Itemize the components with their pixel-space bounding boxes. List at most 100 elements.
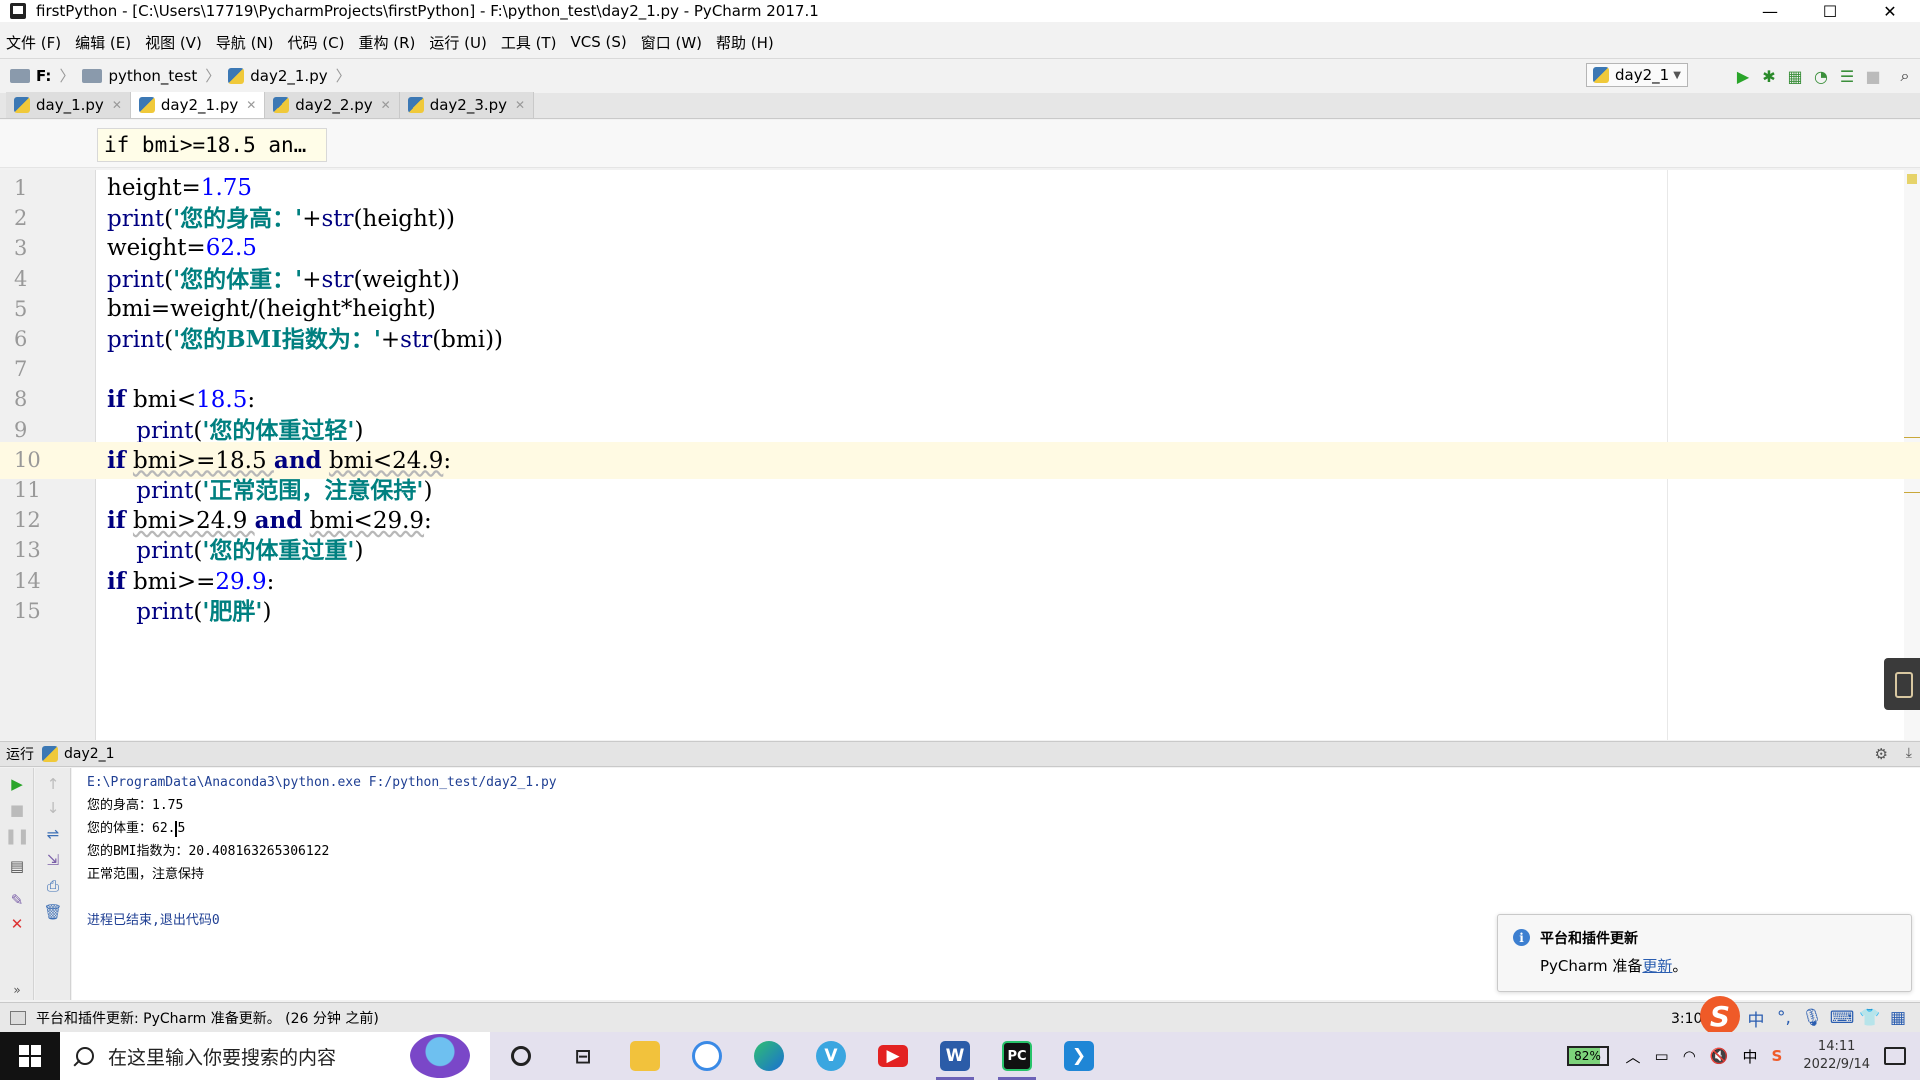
status-bar: 平台和插件更新: PyCharm 准备更新。 (26 分钟 之前) 3:10 S… (0, 996, 1920, 1036)
pycharm-app[interactable]: PC (986, 1032, 1048, 1080)
volume-muted-icon[interactable]: 🔇 (1710, 1047, 1729, 1065)
update-notification[interactable]: i 平台和插件更新 PyCharm 准备更新。 (1497, 914, 1912, 992)
chevron-up-icon[interactable]: ︿ (1626, 1046, 1641, 1067)
more-icon[interactable]: » (7, 980, 27, 1000)
menu-tools[interactable]: 工具 (T) (501, 32, 557, 53)
youtube-app[interactable]: ▶ (862, 1032, 924, 1080)
notification-center-icon[interactable] (1884, 1047, 1906, 1065)
sogou-ime-icon[interactable]: S (1700, 996, 1740, 1036)
maximize-button[interactable]: ☐ (1800, 0, 1860, 22)
soft-wrap-icon[interactable]: ⇌ (43, 824, 63, 844)
code-breadcrumb[interactable]: if bmi>=18.5 an… (97, 128, 327, 162)
taskbar-search[interactable]: 在这里输入你要搜索的内容 (60, 1032, 490, 1080)
menu-file[interactable]: 文件 (F) (6, 32, 61, 53)
run-config-name[interactable]: day2_1 (64, 746, 115, 762)
tab-day2-3[interactable]: day2_3.py ✕ (399, 92, 535, 118)
close-icon[interactable]: ✕ (112, 98, 122, 112)
v-app[interactable]: V (800, 1032, 862, 1080)
tab-day2-1[interactable]: day2_1.py ✕ (130, 92, 266, 118)
close-icon[interactable]: ✕ (381, 98, 391, 112)
task-view-icon: ⊟ (574, 1044, 592, 1068)
wifi-icon[interactable]: ◠ (1683, 1047, 1696, 1065)
code-token: print (136, 538, 194, 565)
clock[interactable]: 14:11 2022/9/14 (1803, 1038, 1870, 1074)
python-file-icon (14, 97, 30, 113)
keyboard-icon[interactable]: ⌨ (1830, 1005, 1855, 1031)
toolwindow-toggle-icon[interactable] (10, 1010, 26, 1025)
tool-window-handle-icon[interactable] (1884, 658, 1920, 710)
menu-edit[interactable]: 编辑 (E) (75, 32, 131, 53)
baidu-netdisk-app[interactable] (676, 1032, 738, 1080)
close-icon[interactable]: ✕ (246, 98, 256, 112)
python-file-icon (1593, 67, 1609, 83)
vscode-app[interactable]: ❯ (1048, 1032, 1110, 1080)
code-editor[interactable]: 1 height=1.75 2 print('您的身高：'+str(height)) 3… (0, 170, 1920, 740)
chevron-right-icon: 〉 (205, 67, 221, 85)
skin-icon[interactable]: 👕 (1858, 1005, 1882, 1031)
rerun-icon[interactable]: ▶ (7, 774, 27, 794)
debug-icon[interactable]: ✱ (1758, 65, 1780, 87)
ime-language[interactable]: 中 (1744, 1005, 1768, 1031)
battery-indicator[interactable]: 82% (1566, 1046, 1609, 1066)
word-app[interactable]: W (924, 1032, 986, 1080)
tab-day-1[interactable]: day_1.py ✕ (6, 92, 131, 118)
run-icon[interactable]: ▶ (1732, 65, 1754, 87)
battery-icon[interactable]: ▭ (1655, 1047, 1669, 1065)
down-arrow-icon[interactable]: ↓ (43, 798, 63, 818)
concurrency-icon[interactable]: ☰ (1836, 65, 1858, 87)
run-config-select[interactable]: day2_1 ▼ (1586, 63, 1688, 87)
hide-icon[interactable]: ⤓ (1906, 745, 1912, 761)
gear-icon[interactable]: ⚙ (1875, 745, 1888, 763)
ime-punctuation[interactable]: °, (1772, 1005, 1796, 1031)
toolbox-icon[interactable]: ▦ (1886, 1005, 1910, 1031)
sogou-tray-icon[interactable]: S (1772, 1047, 1783, 1065)
cortana-button[interactable] (490, 1032, 552, 1080)
print-icon[interactable]: ⎙ (43, 876, 63, 896)
stop-icon[interactable]: ■ (7, 800, 27, 820)
nav-crumb-folder[interactable]: python_test (82, 67, 197, 85)
layout-icon[interactable]: ▤ (7, 856, 27, 876)
menu-view[interactable]: 视图 (V) (145, 32, 202, 53)
menu-vcs[interactable]: VCS (S) (570, 33, 626, 51)
update-link[interactable]: 更新 (1642, 957, 1672, 975)
input-language[interactable]: 中 (1743, 1046, 1758, 1067)
console-text: 5 (177, 821, 186, 836)
coverage-icon[interactable]: ▦ (1784, 65, 1806, 87)
task-view-button[interactable]: ⊟ (552, 1032, 614, 1080)
menu-refactor[interactable]: 重构 (R) (358, 32, 415, 53)
close-icon[interactable]: ✕ (7, 914, 27, 934)
code-token: '您的体重：' (173, 265, 303, 293)
nav-crumb-drive[interactable]: F: (10, 67, 51, 85)
trash-icon[interactable]: 🗑 (43, 902, 63, 922)
pause-icon[interactable]: ❚❚ (4, 826, 29, 846)
edge-app[interactable] (738, 1032, 800, 1080)
start-button[interactable] (0, 1032, 60, 1080)
code-token: '正常范围，注意保持' (202, 477, 424, 504)
microphone-icon[interactable]: 🎙 (1800, 1005, 1824, 1031)
close-icon[interactable]: ✕ (515, 98, 525, 112)
nav-crumb-file[interactable]: day2_1.py (228, 67, 328, 85)
status-message[interactable]: 平台和插件更新: PyCharm 准备更新。 (26 分钟 之前) (36, 1008, 379, 1028)
nav-drive-label: F: (36, 66, 52, 85)
close-button[interactable]: ✕ (1860, 0, 1920, 22)
pin-icon[interactable]: ✎ (7, 890, 27, 910)
menu-navigate[interactable]: 导航 (N) (216, 32, 274, 53)
tab-label: day2_1.py (160, 96, 239, 114)
up-arrow-icon[interactable]: ↑ (43, 774, 63, 794)
code-token: '您的体重过重' (202, 537, 355, 565)
menu-window[interactable]: 窗口 (W) (641, 32, 702, 53)
menu-help[interactable]: 帮助 (H) (716, 32, 774, 53)
profile-icon[interactable]: ◔ (1810, 65, 1832, 87)
file-explorer-app[interactable] (614, 1032, 676, 1080)
menu-code[interactable]: 代码 (C) (288, 32, 345, 53)
code-line[interactable]: 15 print('肥胖') (0, 593, 1920, 630)
scroll-to-end-icon[interactable]: ⇲ (43, 850, 63, 870)
menu-run[interactable]: 运行 (U) (429, 32, 486, 53)
tab-day2-2[interactable]: day2_2.py ✕ (265, 92, 400, 118)
minimize-button[interactable]: — (1740, 0, 1800, 22)
caret-position[interactable]: 3:10 (1671, 1011, 1702, 1027)
stop-icon[interactable]: ■ (1862, 65, 1884, 87)
search-icon[interactable]: ⌕ (1894, 65, 1916, 87)
code-token: : (266, 568, 275, 595)
